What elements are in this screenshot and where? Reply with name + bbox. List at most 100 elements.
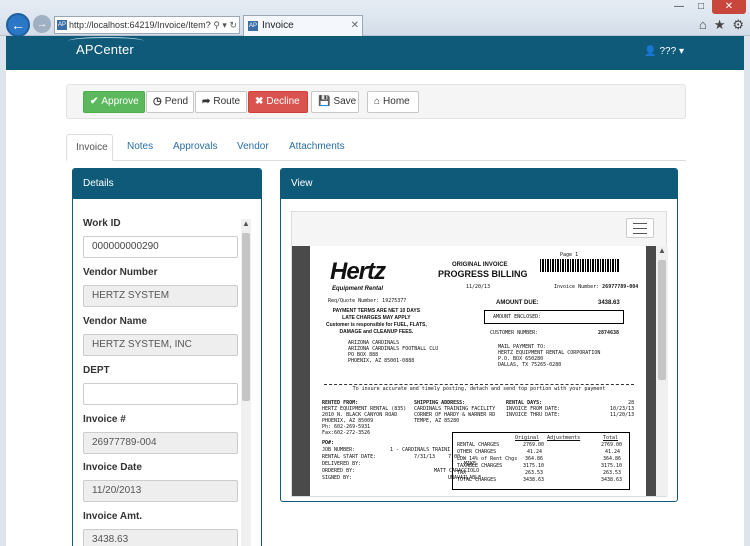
field-invoice-date: Invoice Date 11/20/2013	[83, 462, 238, 502]
tab-approvals[interactable]: Approvals	[164, 134, 226, 161]
apcenter-logo[interactable]: APCenter	[68, 37, 144, 57]
charges-col-total: Total	[603, 435, 619, 441]
customer-number-value: 2874638	[598, 330, 620, 336]
doc-scroll-up-icon[interactable]: ▲	[656, 246, 668, 258]
signed-by-label: SIGNED BY:	[322, 475, 353, 481]
scroll-thumb[interactable]	[242, 233, 250, 401]
charge-total: 3438.63	[601, 477, 623, 483]
forward-button[interactable]: →	[33, 15, 51, 33]
invoice-amt-label: Invoice Amt.	[83, 511, 143, 522]
details-form: Work ID 000000000290 Vendor Number HERTZ…	[73, 199, 238, 546]
invoice-date-label: Invoice Date	[83, 462, 142, 473]
shipping-line: TEMPE, AZ 85280	[414, 418, 460, 424]
amount-due-row: AMOUNT DUE:	[496, 300, 539, 306]
decline-button[interactable]: ✖ Decline	[248, 91, 308, 113]
detach-line: To insure accurate and timely posting, d…	[324, 384, 634, 392]
page-word: Page	[560, 252, 573, 258]
charges-table: Original Adjustments Total RENTAL CHARGE…	[452, 432, 630, 490]
home-button[interactable]: ⌂ Home	[367, 91, 419, 113]
job-number-label: JOB NUMBER:	[322, 447, 356, 453]
amount-due-label: AMOUNT DUE:	[496, 300, 539, 306]
terms-line: PAYMENT TERMS ARE NET 10 DAYS	[332, 308, 421, 314]
logo-swoosh	[68, 37, 144, 45]
vendor-number-input: HERTZ SYSTEM	[83, 285, 238, 307]
terms-line: DAMAGE and CLEANUP FEES.	[339, 329, 414, 335]
address-tools-icon[interactable]: ⚲ ▾ ↻	[211, 17, 237, 33]
charge-total: 2769.00	[601, 442, 623, 448]
save-button[interactable]: 💾 Save	[311, 91, 359, 113]
maximize-icon[interactable]: □	[690, 0, 712, 14]
invoice-thru-label: INVOICE THRU DATE:	[506, 412, 561, 418]
user-name: ???	[659, 46, 677, 57]
tab-vendor[interactable]: Vendor	[228, 134, 278, 161]
invoice-thru-value: 11/20/13	[610, 412, 635, 418]
charge-orig: 364.86	[525, 456, 544, 462]
rental-period: RENTAL DAYS: INVOICE FROM DATE: INVOICE …	[506, 400, 560, 418]
tab-favicon-icon: AP	[248, 21, 258, 31]
charge-orig: 3175.10	[523, 463, 545, 469]
user-icon: 👤	[644, 46, 657, 57]
job-number-value: 1 - CARDINALS TRAINI	[390, 447, 451, 453]
invoice-number-label: Invoice #	[83, 414, 126, 425]
field-invoice-amt: Invoice Amt. 3438.63	[83, 511, 238, 546]
page-favicon-icon: AP	[57, 20, 67, 30]
ordered-by-label: ORDERED BY:	[322, 468, 356, 474]
address-line: DALLAS, TX 75265-0280	[498, 362, 562, 368]
home-icon[interactable]: ⌂	[699, 17, 707, 33]
minimize-icon[interactable]: —	[668, 0, 690, 14]
customer-address: ARIZONA CARDINALS ARIZONA CARDINALS FOOT…	[348, 340, 438, 364]
scroll-up-icon[interactable]: ▲	[241, 219, 251, 231]
address-bar[interactable]: AP http://localhost:64219/Invoice/Item?w…	[54, 16, 240, 34]
charge-row: OTHER CHARGES	[457, 449, 496, 455]
charge-name: RENTAL CHARGES	[457, 442, 500, 448]
browser-tab-invoice[interactable]: AP Invoice ✕	[243, 15, 363, 36]
job-info: PO#: JOB NUMBER: RENTAL START DATE: DELI…	[322, 440, 376, 482]
save-label: Save	[333, 96, 357, 107]
tab-invoice[interactable]: Invoice	[66, 134, 113, 161]
favorites-star-icon[interactable]: ★	[714, 17, 726, 33]
address-url: http://localhost:64219/Invoice/Item?wc	[69, 20, 222, 30]
charge-row: TAXABLE CHARGES	[457, 463, 502, 469]
document-scrollbar[interactable]: ▲	[656, 246, 668, 496]
tab-attachments[interactable]: Attachments	[280, 134, 354, 161]
amount-due-value: 3438.63	[598, 300, 620, 306]
dept-input[interactable]	[83, 383, 238, 405]
close-window-icon[interactable]: ✕	[712, 0, 746, 14]
viewer-menu-button[interactable]	[626, 218, 654, 238]
dept-label: DEPT	[83, 365, 110, 376]
work-id-input[interactable]: 000000000290	[83, 236, 238, 258]
hamburger-line	[633, 223, 647, 224]
app-navbar: APCenter 👤 ??? ▾	[6, 36, 744, 70]
address-line: PHOENIX, AZ 85001-0888	[348, 358, 415, 364]
document-area: Hertz Equipment Rental Req/Quote Number:…	[292, 246, 668, 496]
invoice-number-doc-value: 26977789-004	[602, 284, 639, 290]
terms-line: Customer is responsible for FUEL, FLATS,	[326, 322, 427, 328]
home-label: Home	[383, 96, 410, 107]
page-viewport: APCenter 👤 ??? ▾ ✔ Approve ◷ Pend ➦ Route ✖…	[6, 36, 744, 546]
charge-orig: 3438.63	[523, 477, 545, 483]
view-title: View	[281, 169, 677, 199]
floppy-disk-icon: 💾	[318, 96, 331, 107]
field-invoice-number: Invoice # 26977789-004	[83, 414, 238, 454]
user-menu[interactable]: 👤 ??? ▾	[644, 46, 684, 57]
charge-total: 3175.10	[601, 463, 623, 469]
route-button[interactable]: ➦ Route	[195, 91, 247, 113]
details-scrollbar[interactable]: ▲	[241, 219, 251, 546]
field-vendor-number: Vendor Number HERTZ SYSTEM	[83, 267, 238, 307]
check-icon: ✔	[90, 96, 99, 107]
charge-orig: 263.53	[525, 470, 544, 476]
close-tab-icon[interactable]: ✕	[351, 16, 359, 36]
doc-scroll-thumb[interactable]	[658, 260, 666, 380]
charge-name: TAXABLE CHARGES	[457, 463, 503, 469]
pend-button[interactable]: ◷ Pend	[146, 91, 194, 113]
rented-from: RENTED FROM: HERTZ EQUIPMENT RENTAL (835…	[322, 400, 406, 436]
charge-total: 263.53	[603, 470, 622, 476]
clock-icon: ◷	[153, 96, 162, 107]
browser-chrome: — □ ✕ ← → AP http://localhost:64219/Invo…	[0, 0, 750, 37]
settings-gear-icon[interactable]: ⚙	[732, 17, 744, 33]
field-vendor-name: Vendor Name HERTZ SYSTEM, INC	[83, 316, 238, 356]
back-button[interactable]: ←	[6, 13, 30, 37]
tab-notes[interactable]: Notes	[118, 134, 162, 161]
approve-button[interactable]: ✔ Approve	[83, 91, 145, 113]
share-arrow-icon: ➦	[202, 96, 211, 107]
